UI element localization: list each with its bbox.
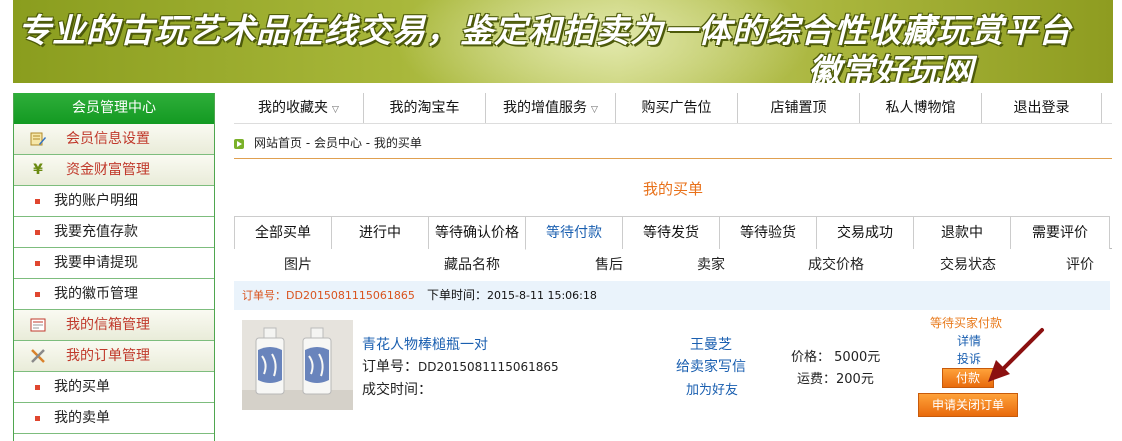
column-header-item-name: 藏品名称	[444, 257, 500, 273]
complain-link[interactable]: 投诉	[957, 350, 981, 367]
banner-site-name: 徽常好玩网	[808, 51, 973, 83]
price-label: 价格：	[791, 350, 831, 365]
tab-need-review[interactable]: 需要评价	[1010, 216, 1110, 249]
nav-shop-top[interactable]: 店铺置顶	[738, 93, 860, 123]
arrow-right-icon	[234, 139, 244, 149]
product-thumbnail[interactable]	[242, 320, 353, 410]
vase-pair-image	[242, 320, 353, 410]
add-friend-link[interactable]: 加为好友	[686, 379, 738, 398]
freight-label: 运费：	[797, 372, 837, 387]
sidebar-item-my-purchases[interactable]: 我的买单	[14, 372, 214, 403]
sidebar-item-mailbox[interactable]: 我的信箱管理	[14, 310, 214, 341]
nav-value-added[interactable]: 我的增值服务 ▽	[486, 93, 616, 123]
sidebar-title: 会员管理中心	[14, 93, 214, 124]
tab-in-progress[interactable]: 进行中	[331, 216, 428, 249]
annotation-arrow-icon	[988, 328, 1044, 382]
nav-label: 我的收藏夹	[258, 100, 329, 116]
order-tabs: 全部买单 进行中 等待确认价格 等待付款 等待发货 等待验货 交易成功 退款中 …	[234, 216, 1112, 250]
nav-logout[interactable]: 退出登录	[982, 93, 1102, 123]
nav-buy-ads[interactable]: 购买广告位	[616, 93, 738, 123]
tools-icon	[30, 348, 46, 364]
sidebar-item-label: 我的订单管理	[66, 348, 150, 364]
top-nav: 我的收藏夹 ▽ 我的淘宝车 我的增值服务 ▽ 购买广告位 店铺置顶 私人博物馆 退出…	[234, 93, 1112, 124]
order-header: 订单号：DD2015081115061865 下单时间：2015-8-11 15…	[234, 281, 1110, 310]
nav-label: 我的淘宝车	[389, 100, 460, 116]
nav-private-museum[interactable]: 私人博物馆	[860, 93, 982, 123]
order-number-value: DD2015081115061865	[286, 289, 415, 302]
product-order-number-value: DD2015081115061865	[418, 360, 559, 374]
order-number-label: 订单号：	[242, 289, 286, 302]
bullet-icon	[35, 199, 40, 204]
sidebar-item-label: 我的信箱管理	[66, 317, 150, 333]
tab-refunding[interactable]: 退款中	[913, 216, 1010, 249]
sidebar-item-orders[interactable]: 我的订单管理	[14, 341, 214, 372]
sidebar-item-withdraw[interactable]: 我要申请提现	[14, 248, 214, 279]
write-to-seller-link[interactable]: 给卖家写信	[676, 356, 746, 376]
tab-awaiting-shipment[interactable]: 等待发货	[622, 216, 719, 249]
site-banner: 专业的古玩艺术品在线交易，鉴定和拍卖为一体的综合性收藏玩赏平台 徽常好玩网	[13, 0, 1113, 83]
bullet-icon	[35, 416, 40, 421]
sidebar-item-label: 我的卖单	[54, 410, 110, 426]
freight-value: 200元	[836, 372, 874, 387]
tab-awaiting-price[interactable]: 等待确认价格	[428, 216, 525, 249]
product-name-link[interactable]: 青花人物棒槌瓶一对	[362, 334, 488, 354]
deal-time-label: 成交时间：	[362, 382, 432, 398]
bullet-icon	[35, 385, 40, 390]
edit-note-icon	[30, 131, 46, 147]
sidebar-item-label: 资金财富管理	[66, 162, 150, 178]
close-order-button[interactable]: 申请关闭订单	[918, 393, 1018, 417]
product-order-number-label: 订单号：	[362, 359, 418, 375]
product-order-number: 订单号：DD2015081115061865	[362, 356, 559, 376]
mailbox-icon	[30, 317, 46, 333]
deal-price: 价格： 5000元	[791, 346, 880, 365]
price-value: 5000元	[834, 350, 881, 365]
nav-cart[interactable]: 我的淘宝车	[364, 93, 486, 123]
sidebar-item-member-info[interactable]: 会员信息设置	[14, 124, 214, 155]
tab-awaiting-inspection[interactable]: 等待验货	[719, 216, 816, 249]
sidebar-item-recharge[interactable]: 我要充值存款	[14, 217, 214, 248]
freight: 运费：200元	[797, 368, 874, 387]
nav-label: 店铺置顶	[770, 100, 827, 116]
column-header-after-sale: 售后	[595, 257, 623, 273]
breadcrumb-path[interactable]: 网站首页 - 会员中心 - 我的买单	[254, 134, 422, 152]
nav-label: 私人博物馆	[885, 100, 956, 116]
sidebar-item-coins[interactable]: 我的徽币管理	[14, 279, 214, 310]
column-header-review: 评价	[1066, 257, 1094, 273]
yen-icon: ¥	[33, 162, 43, 178]
chevron-down-icon: ▽	[332, 105, 339, 115]
bullet-icon	[35, 261, 40, 266]
sidebar-item-label: 我要申请提现	[54, 255, 138, 271]
nav-label: 我的增值服务	[503, 100, 588, 116]
sidebar-item-funds[interactable]: ¥ 资金财富管理	[14, 155, 214, 186]
order-number: 订单号：DD2015081115061865	[242, 281, 415, 310]
nav-label: 退出登录	[1013, 100, 1070, 116]
order-time: 下单时间：2015-8-11 15:06:18	[427, 281, 597, 310]
column-header-image: 图片	[284, 257, 312, 273]
sidebar-item-label: 我要充值存款	[54, 224, 138, 240]
bullet-icon	[35, 292, 40, 297]
member-sidebar: 会员管理中心 会员信息设置 ¥ 资金财富管理 我的账户明细 我要充值存款 我要申…	[13, 93, 215, 441]
sidebar-item-account-detail[interactable]: 我的账户明细	[14, 186, 214, 217]
tab-completed[interactable]: 交易成功	[816, 216, 913, 249]
sidebar-item-label: 我的账户明细	[54, 193, 138, 209]
tab-all-orders[interactable]: 全部买单	[234, 216, 331, 249]
page-title: 我的买单	[642, 180, 703, 198]
order-time-value: 2015-8-11 15:06:18	[487, 289, 597, 302]
detail-link[interactable]: 详情	[957, 332, 981, 349]
order-time-label: 下单时间：	[427, 288, 488, 302]
sidebar-item-label: 会员信息设置	[66, 131, 150, 147]
tab-awaiting-payment[interactable]: 等待付款	[525, 216, 622, 250]
column-header-seller: 卖家	[697, 257, 725, 273]
chevron-down-icon: ▽	[591, 105, 598, 115]
column-header-deal-price: 成交价格	[808, 257, 864, 273]
sidebar-item-my-sales[interactable]: 我的卖单	[14, 403, 214, 434]
column-header-trade-status: 交易状态	[940, 257, 996, 273]
bullet-icon	[35, 230, 40, 235]
nav-favorites[interactable]: 我的收藏夹 ▽	[234, 93, 364, 123]
breadcrumb: 网站首页 - 会员中心 - 我的买单	[234, 134, 1112, 159]
sidebar-item-label: 我的徽币管理	[54, 286, 138, 302]
nav-label: 购买广告位	[641, 100, 712, 116]
seller-name-link[interactable]: 王曼芝	[690, 334, 732, 354]
sidebar-item-label: 我的买单	[54, 379, 110, 395]
